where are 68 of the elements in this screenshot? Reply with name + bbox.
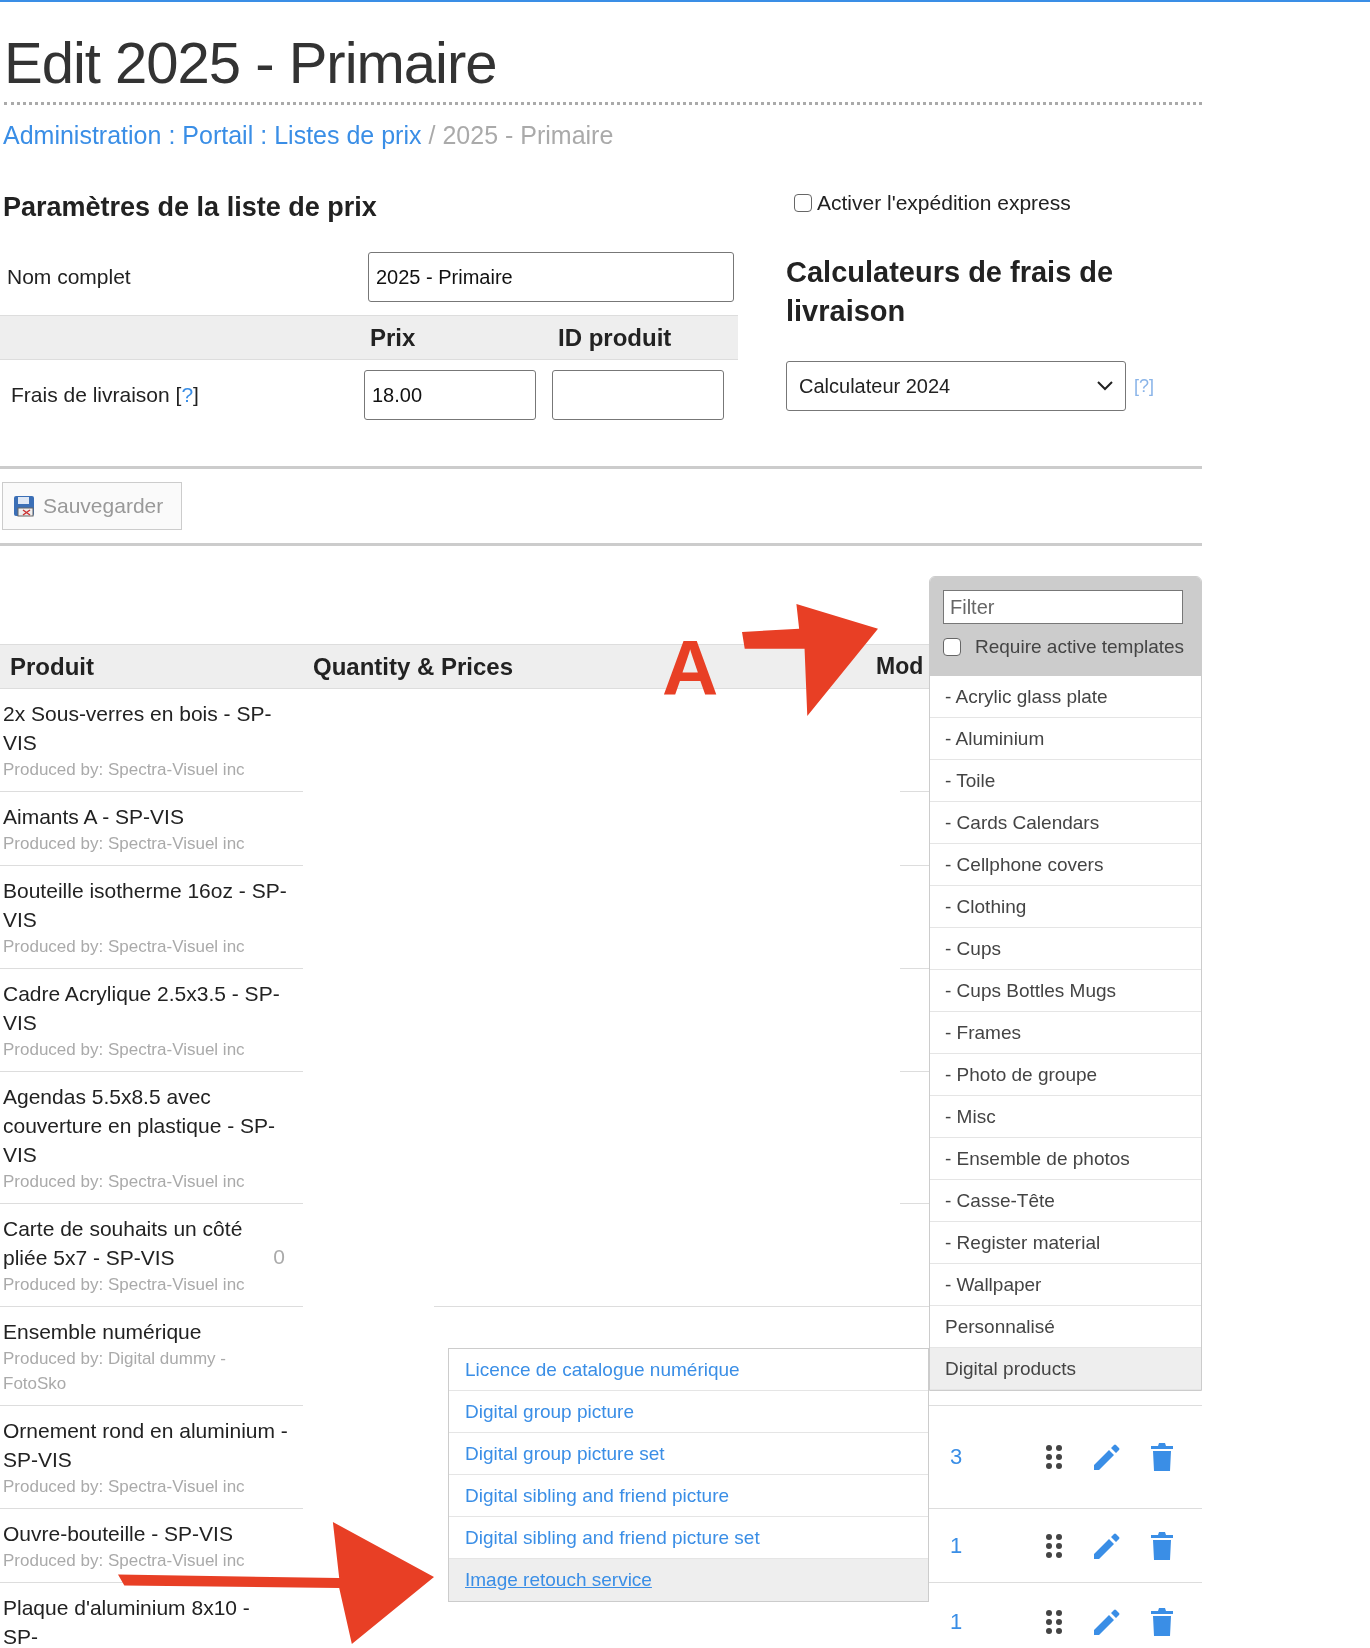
page-title: Edit 2025 - Primaire [4,28,1202,105]
checkbox-label[interactable]: Activer l'expédition express [794,191,1186,215]
producer-text: Produced by: Spectra-Visuel inc [3,1171,246,1193]
checkbox-label[interactable]: Require active templates [943,636,1201,658]
product-name: Agendas 5.5x8.5 avec couverture en plastique - SP-VIS [3,1084,276,1168]
delete-icon[interactable] [1150,1530,1174,1561]
chevron-icon [1097,381,1113,391]
producer-text: Produced by: Spectra-Visuel inc [3,759,246,781]
field-label: Frais de livraison [?] [10,383,200,407]
column-header: Prix [370,323,417,352]
producer-text: Produced by: Spectra-Visuel inc [3,1476,246,1498]
product-name: Cadre Acrylique 2.5x3.5 - SP-VIS [3,981,281,1036]
menu-item[interactable]: - Cellphone covers [930,844,1201,886]
menu-item[interactable]: - Misc [930,1096,1201,1138]
menu-item[interactable]: - Cards Calendars [930,802,1201,844]
menu-item[interactable]: - Toile [930,760,1201,802]
delete-icon[interactable] [1150,1442,1174,1472]
producer-text: Produced by: Spectra-Visuel inc [3,1039,246,1061]
producer-text: Produced by: Digital dummy - FotoSko [3,1348,227,1395]
menu-item[interactable]: Digital products [930,1348,1201,1390]
menu-item[interactable]: - Cups [930,928,1201,970]
field-label: Nom complet [6,265,132,289]
menu-item[interactable]: - Clothing [930,886,1201,928]
input-field[interactable]: 2025 - Primaire [368,252,734,302]
breadcrumb-separator: / [428,120,436,151]
menu-item[interactable]: - Photo de groupe [930,1054,1201,1096]
section-title: Calculateurs de frais de livraison [786,255,1115,329]
product-name: Aimants A - SP-VIS [3,804,185,830]
producer-text: Produced by: Spectra-Visuel inc [3,833,246,855]
menu-item[interactable]: - Cups Bottles Mugs [930,970,1201,1012]
menu-item[interactable]: - Aluminium [930,718,1201,760]
column-header: Mod [876,653,924,680]
menu-item[interactable]: - Wallpaper [930,1264,1201,1306]
breadcrumb-current: 2025 - Primaire [442,120,614,151]
annotation-letter: A [662,628,719,708]
product-name: Plaque d'aluminium 8x10 - SP- [3,1595,251,1648]
product-name: Bouteille isotherme 16oz - SP-VIS [3,878,288,933]
filter-field[interactable]: Filter [943,590,1183,624]
producer-text: Produced by: Spectra-Visuel inc [3,1550,246,1572]
menu-item[interactable]: - Frames [930,1012,1201,1054]
edit-icon[interactable] [1092,1442,1122,1472]
producer-text: Produced by: Spectra-Visuel inc [3,1274,246,1296]
input-field[interactable]: 18.00 [364,370,536,420]
checkbox[interactable] [943,638,961,656]
column-header: Quantity & Prices [313,652,514,681]
menu-item[interactable]: - Acrylic glass plate [930,676,1201,718]
producer-text: Produced by: Spectra-Visuel inc [3,936,246,958]
menu-item[interactable]: - Register material [930,1222,1201,1264]
drag-handle-icon[interactable] [1044,1532,1064,1559]
breadcrumb-separator: : [168,120,176,151]
breadcrumb-separator: : [260,120,268,151]
menu-item[interactable]: - Ensemble de photos [930,1138,1201,1180]
column-header: Produit [10,652,94,681]
product-name: Carte de souhaits un côté pliée 5x7 - SP-VIS [3,1216,244,1271]
drag-handle-icon[interactable] [1044,1444,1064,1470]
product-name: Ornement rond en aluminium - SP-VIS [3,1418,288,1473]
input-field[interactable] [552,370,724,420]
column-header: ID produit [558,323,672,352]
delete-icon[interactable] [1150,1606,1174,1637]
drag-handle-icon[interactable] [1044,1608,1064,1635]
product-name: 2x Sous-verres en bois - SP-VIS [3,701,273,756]
menu-item[interactable]: - Casse-Tête [930,1180,1201,1222]
checkbox[interactable] [794,194,812,212]
section-title: Paramètres de la liste de prix [3,191,378,224]
product-name: Ensemble numérique [3,1319,203,1345]
select-field[interactable]: Calculateur 2024 [786,361,1126,411]
product-name: Ouvre-bouteille - SP-VIS [3,1521,234,1547]
quantity-value: 0 [273,1245,285,1269]
